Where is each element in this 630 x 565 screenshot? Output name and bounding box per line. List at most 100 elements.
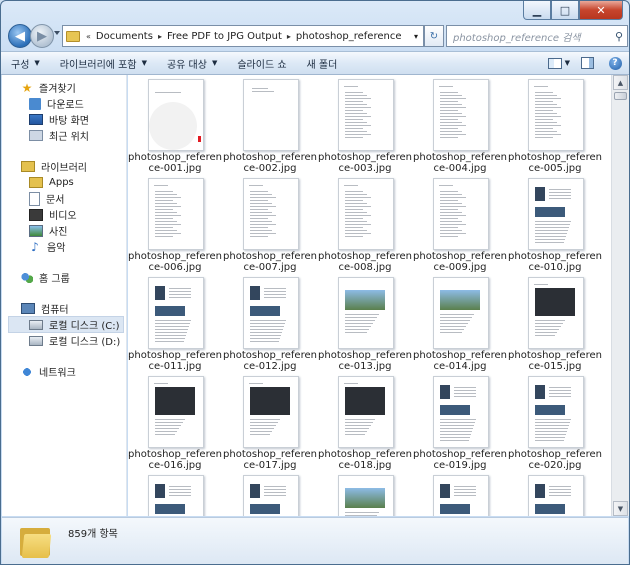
file-thumbnail bbox=[528, 475, 584, 516]
address-dropdown[interactable]: ▾ bbox=[409, 32, 423, 41]
search-icon[interactable]: ⚲ bbox=[611, 30, 627, 43]
nav-libraries[interactable]: 라이브러리 bbox=[21, 159, 87, 174]
file-thumbnail bbox=[528, 178, 584, 250]
file-name[interactable]: photoshop_reference-016.jpg bbox=[128, 449, 222, 471]
file-name[interactable]: photoshop_reference-017.jpg bbox=[223, 449, 317, 471]
search-box[interactable]: photoshop_reference 검색 ⚲ bbox=[446, 25, 628, 47]
search-placeholder: photoshop_reference 검색 bbox=[453, 32, 581, 44]
overflow-chevron[interactable]: « bbox=[84, 32, 93, 41]
file-name[interactable]: photoshop_reference-011.jpg bbox=[128, 350, 222, 372]
file-name[interactable]: photoshop_reference-009.jpg bbox=[413, 251, 507, 273]
chevron-down-icon: ▼ bbox=[141, 59, 147, 67]
file-item[interactable]: photoshop_reference-016.jpg bbox=[128, 372, 222, 471]
file-name[interactable]: photoshop_reference-004.jpg bbox=[413, 152, 507, 174]
new-folder-button[interactable]: 새 폴더 bbox=[297, 53, 348, 73]
file-item[interactable] bbox=[223, 471, 313, 516]
recent-pages-dropdown[interactable] bbox=[54, 31, 60, 35]
nav-desktop[interactable]: 바탕 화면 bbox=[29, 112, 89, 127]
nav-videos[interactable]: 비디오 bbox=[29, 207, 77, 222]
breadcrumb-separator[interactable]: ▸ bbox=[156, 32, 164, 41]
file-item[interactable]: photoshop_reference-005.jpg bbox=[508, 75, 602, 174]
back-button[interactable]: ◀ bbox=[8, 24, 32, 48]
file-item[interactable]: photoshop_reference-007.jpg bbox=[223, 174, 317, 273]
scroll-up-button[interactable]: ▲ bbox=[613, 75, 628, 90]
help-button[interactable]: ? bbox=[604, 54, 626, 72]
organize-menu[interactable]: 구성 ▼ bbox=[1, 53, 50, 73]
file-item[interactable]: photoshop_reference-011.jpg bbox=[128, 273, 222, 372]
forward-button[interactable]: ▶ bbox=[30, 24, 54, 48]
chevron-down-icon: ▼ bbox=[564, 59, 570, 67]
nav-music[interactable]: ♪ 음악 bbox=[29, 239, 65, 255]
nav-favorites[interactable]: ★ 즐겨찾기 bbox=[21, 80, 76, 96]
file-item[interactable]: photoshop_reference-014.jpg bbox=[413, 273, 507, 372]
maximize-button[interactable]: □ bbox=[551, 1, 579, 20]
file-list[interactable]: photoshop_reference-001.jpg photoshop_ref… bbox=[128, 75, 611, 516]
file-name[interactable]: photoshop_reference-018.jpg bbox=[318, 449, 412, 471]
file-name[interactable]: photoshop_reference-010.jpg bbox=[508, 251, 602, 273]
nav-homegroup[interactable]: 홈 그룹 bbox=[21, 270, 70, 285]
minimize-button[interactable]: ▁ bbox=[523, 1, 551, 20]
breadcrumb-output[interactable]: Free PDF to JPG Output bbox=[164, 31, 285, 42]
file-name[interactable]: photoshop_reference-014.jpg bbox=[413, 350, 507, 372]
file-item[interactable]: photoshop_reference-009.jpg bbox=[413, 174, 507, 273]
breadcrumb-documents[interactable]: Documents bbox=[93, 31, 156, 42]
file-item[interactable] bbox=[413, 471, 503, 516]
file-name[interactable]: photoshop_reference-007.jpg bbox=[223, 251, 317, 273]
file-thumbnail bbox=[338, 79, 394, 151]
file-name[interactable]: photoshop_reference-008.jpg bbox=[318, 251, 412, 273]
nav-downloads[interactable]: 다운로드 bbox=[29, 96, 84, 111]
breadcrumb-separator[interactable]: ▸ bbox=[285, 32, 293, 41]
file-item[interactable] bbox=[318, 471, 408, 516]
address-bar[interactable]: « Documents ▸ Free PDF to JPG Output ▸ p… bbox=[62, 25, 424, 47]
change-view-button[interactable]: ▼ bbox=[548, 54, 570, 72]
slideshow-button[interactable]: 슬라이드 쇼 bbox=[227, 53, 296, 73]
nav-recent[interactable]: 최근 위치 bbox=[29, 128, 89, 143]
file-name[interactable]: photoshop_reference-020.jpg bbox=[508, 449, 602, 471]
file-item[interactable]: photoshop_reference-019.jpg bbox=[413, 372, 507, 471]
scroll-down-button[interactable]: ▼ bbox=[613, 501, 628, 516]
nav-local-disk-d[interactable]: 로컬 디스크 (D:) bbox=[29, 333, 120, 348]
share-menu[interactable]: 공유 대상 ▼ bbox=[157, 53, 227, 73]
file-name[interactable]: photoshop_reference-012.jpg bbox=[223, 350, 317, 372]
breadcrumb-current[interactable]: photoshop_reference bbox=[293, 31, 405, 42]
file-item[interactable]: photoshop_reference-013.jpg bbox=[318, 273, 412, 372]
nav-documents[interactable]: 문서 bbox=[29, 191, 64, 206]
nav-network[interactable]: 네트워크 bbox=[21, 364, 76, 379]
nav-local-disk-c[interactable]: 로컬 디스크 (C:) bbox=[8, 316, 124, 333]
file-item[interactable]: photoshop_reference-003.jpg bbox=[318, 75, 412, 174]
file-thumbnail bbox=[528, 376, 584, 448]
file-name[interactable]: photoshop_reference-015.jpg bbox=[508, 350, 602, 372]
file-name[interactable]: photoshop_reference-003.jpg bbox=[318, 152, 412, 174]
file-thumbnail bbox=[338, 277, 394, 349]
file-item[interactable]: photoshop_reference-004.jpg bbox=[413, 75, 507, 174]
include-library-menu[interactable]: 라이브러리에 포함 ▼ bbox=[50, 53, 157, 73]
file-item[interactable]: photoshop_reference-006.jpg bbox=[128, 174, 222, 273]
file-name[interactable]: photoshop_reference-006.jpg bbox=[128, 251, 222, 273]
close-button[interactable]: ✕ bbox=[579, 1, 623, 20]
vertical-scrollbar[interactable]: ▲ ▼ bbox=[611, 75, 629, 516]
file-item[interactable]: photoshop_reference-008.jpg bbox=[318, 174, 412, 273]
file-item[interactable]: photoshop_reference-012.jpg bbox=[223, 273, 317, 372]
file-name[interactable]: photoshop_reference-019.jpg bbox=[413, 449, 507, 471]
file-name[interactable]: photoshop_reference-005.jpg bbox=[508, 152, 602, 174]
file-item[interactable]: photoshop_reference-018.jpg bbox=[318, 372, 412, 471]
file-item[interactable]: photoshop_reference-015.jpg bbox=[508, 273, 602, 372]
file-item[interactable] bbox=[508, 471, 598, 516]
file-name[interactable]: photoshop_reference-001.jpg bbox=[128, 152, 222, 174]
refresh-button[interactable]: ↻ bbox=[424, 25, 444, 47]
nav-pictures[interactable]: 사진 bbox=[29, 223, 67, 238]
file-name[interactable]: photoshop_reference-002.jpg bbox=[223, 152, 317, 174]
file-item[interactable]: photoshop_reference-010.jpg bbox=[508, 174, 602, 273]
nav-computer[interactable]: 컴퓨터 bbox=[21, 301, 69, 316]
file-thumbnail bbox=[433, 475, 489, 516]
scroll-thumb[interactable] bbox=[614, 92, 627, 100]
file-name[interactable]: photoshop_reference-013.jpg bbox=[318, 350, 412, 372]
folder-icon bbox=[29, 177, 43, 188]
file-item[interactable]: photoshop_reference-017.jpg bbox=[223, 372, 317, 471]
file-item[interactable]: photoshop_reference-002.jpg bbox=[223, 75, 317, 174]
file-item[interactable] bbox=[128, 471, 218, 516]
preview-pane-button[interactable] bbox=[576, 54, 598, 72]
file-item[interactable]: photoshop_reference-001.jpg bbox=[128, 75, 222, 174]
file-item[interactable]: photoshop_reference-020.jpg bbox=[508, 372, 602, 471]
nav-apps[interactable]: Apps bbox=[29, 175, 74, 190]
